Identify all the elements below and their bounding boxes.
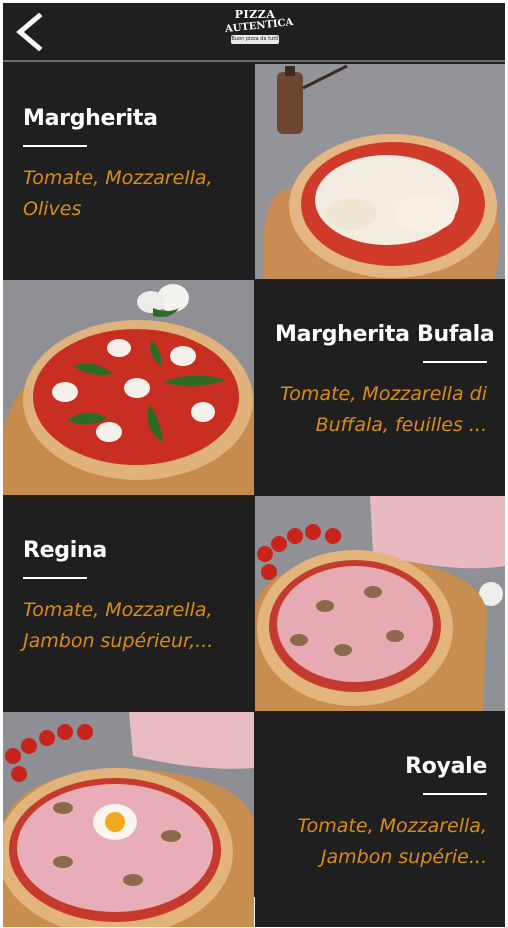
pizza-name: Royale bbox=[405, 754, 487, 779]
pizza-ingredients: Tomate, Mozzarella, Olives bbox=[23, 167, 213, 220]
pizza-name: Regina bbox=[23, 538, 107, 563]
brand-logo: PIZZA AUTENTICA Buon pizza da tutti bbox=[224, 9, 294, 55]
pizza-row: Margherita Bufala Tomate, Mozzarella di … bbox=[3, 280, 505, 495]
pizza-name: Margherita bbox=[23, 106, 158, 131]
chevron-left-icon bbox=[16, 13, 43, 51]
pizza-photo-royale[interactable] bbox=[3, 712, 254, 927]
logo-tagline: Buon pizza da tutti bbox=[231, 35, 279, 44]
app-frame: PIZZA AUTENTICA Buon pizza da tutti Marg… bbox=[3, 3, 505, 927]
pizza-row: Royale Tomate, Mozzarella, Jambon supéri… bbox=[3, 712, 505, 927]
title-divider bbox=[23, 577, 87, 579]
pizza-ingredients: Tomate, Mozzarella, Jambon supérie... bbox=[297, 815, 487, 868]
pizza-row: Regina Tomate, Mozzarella, Jambon supéri… bbox=[3, 496, 505, 711]
pizza-ingredients: Tomate, Mozzarella, Jambon supérieur,... bbox=[23, 599, 214, 652]
pizza-name: Margherita Bufala bbox=[275, 322, 495, 347]
pizza-grid: Margherita Tomate, Mozzarella, Olives Ma… bbox=[3, 64, 505, 928]
title-divider bbox=[423, 793, 487, 795]
pizza-ingredients: Tomate, Mozzarella di Buffala, feuilles … bbox=[280, 383, 487, 436]
pizza-card-margherita-bufala[interactable]: Margherita Bufala Tomate, Mozzarella di … bbox=[255, 280, 505, 495]
top-bar: PIZZA AUTENTICA Buon pizza da tutti bbox=[3, 3, 505, 62]
pizza-card-margherita[interactable]: Margherita Tomate, Mozzarella, Olives bbox=[3, 64, 254, 279]
pizza-card-regina[interactable]: Regina Tomate, Mozzarella, Jambon supéri… bbox=[3, 496, 254, 711]
title-divider bbox=[423, 361, 487, 363]
pizza-photo-regina[interactable] bbox=[255, 496, 505, 711]
pizza-photo-margherita-bufala[interactable] bbox=[3, 280, 254, 495]
pizza-photo-margherita[interactable] bbox=[255, 64, 505, 279]
title-divider bbox=[23, 145, 87, 147]
back-button[interactable] bbox=[9, 11, 49, 53]
pizza-row: Margherita Tomate, Mozzarella, Olives bbox=[3, 64, 505, 279]
pizza-card-royale[interactable]: Royale Tomate, Mozzarella, Jambon supéri… bbox=[255, 712, 505, 927]
logo-line-2: AUTENTICA bbox=[224, 17, 294, 36]
